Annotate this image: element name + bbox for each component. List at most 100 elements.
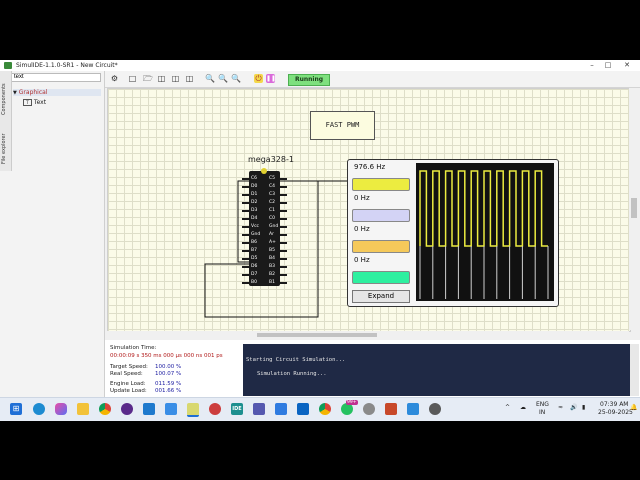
horizontal-scroll-thumb[interactable]	[257, 333, 377, 337]
console-output[interactable]: Starting Circuit Simulation... Simulatio…	[243, 344, 630, 396]
chip-name-label: mega328-1	[248, 155, 294, 164]
tree-group-graphical[interactable]: ▼ Graphical	[13, 89, 101, 96]
maximize-icon[interactable]: □	[603, 61, 613, 70]
chip-pin-label: C2	[269, 200, 276, 205]
chip-pin[interactable]	[242, 218, 249, 220]
mega328-chip[interactable]: C6 D0 D1 D2 D3 D4 Vcc Gnd B6 B7 D5 D6 D7 B0 C5 C4 C3 C2 C…	[242, 168, 287, 286]
real-speed-label: Real Speed:	[110, 371, 143, 377]
outlook-icon[interactable]	[297, 403, 309, 415]
tab-file-explorer[interactable]: File explorer	[1, 127, 10, 171]
chip-pin[interactable]	[280, 218, 287, 220]
chip-pin[interactable]	[242, 242, 249, 244]
security-shield-icon[interactable]	[275, 403, 287, 415]
chip-pin[interactable]	[280, 226, 287, 228]
open-folder-icon[interactable]: 🗁	[143, 74, 153, 83]
chip-pin[interactable]	[242, 234, 249, 236]
chip-pin[interactable]	[242, 186, 249, 188]
snipping-tool-icon[interactable]	[407, 403, 419, 415]
simulide-taskbar-icon[interactable]	[187, 403, 199, 417]
copilot-icon[interactable]	[55, 403, 67, 415]
battery-icon[interactable]: ▮	[582, 404, 585, 411]
fast-pwm-text-label[interactable]: FAST PWM	[310, 111, 375, 140]
chip-pin[interactable]	[280, 266, 287, 268]
store-icon[interactable]	[165, 403, 177, 415]
tray-app-icon[interactable]: ☁	[520, 404, 526, 411]
console-scrollbar[interactable]	[630, 344, 639, 396]
save-icon[interactable]: ◫	[157, 74, 166, 83]
teams-icon[interactable]	[253, 403, 265, 415]
pause-button-icon[interactable]: ❚❚	[266, 74, 276, 83]
chip-pin[interactable]	[242, 178, 249, 180]
search-input[interactable]	[11, 73, 101, 82]
chip-pin[interactable]	[242, 250, 249, 252]
clock-time[interactable]: 07:39 AM	[600, 401, 628, 408]
powerpoint-icon[interactable]	[385, 403, 397, 415]
windows-start-icon[interactable]: ⊞	[10, 403, 22, 415]
tray-overflow-icon[interactable]: ^	[505, 404, 510, 411]
frequency-meter[interactable]: 976.6 Hz 0 Hz 0 Hz 0 Hz Expand	[347, 159, 559, 307]
circuit-canvas[interactable]: FAST PWM mega328-1 C6 D0 D1 D2 D3 D4 Vcc Gnd B6 B…	[107, 88, 631, 332]
minimize-icon[interactable]: –	[587, 61, 597, 70]
chip-pin[interactable]	[280, 186, 287, 188]
channel-color-bar[interactable]	[352, 271, 410, 284]
close-icon[interactable]: ✕	[622, 61, 632, 70]
vscode-icon[interactable]	[143, 403, 155, 415]
sharex-icon[interactable]	[209, 403, 221, 415]
save-as-icon[interactable]: ◫	[171, 74, 180, 83]
chip-pin[interactable]	[280, 282, 287, 284]
zoom-fit-icon[interactable]: 🔍	[205, 74, 215, 83]
channel-color-bar[interactable]	[352, 209, 410, 222]
chip-pin[interactable]	[280, 234, 287, 236]
clock-date[interactable]: 25-09-2025	[598, 409, 633, 416]
export-icon[interactable]: ◫	[185, 74, 194, 83]
chip-pin[interactable]	[242, 202, 249, 204]
settings-gear-icon[interactable]: ⚙	[110, 74, 119, 83]
tree-group-label: Graphical	[18, 89, 48, 96]
chip-pin[interactable]	[242, 274, 249, 276]
app-logo-icon	[4, 62, 12, 69]
chip-pin-label: D7	[251, 272, 258, 277]
chrome-icon[interactable]	[99, 403, 111, 415]
volume-icon[interactable]: 🔊	[570, 404, 577, 411]
settings-icon[interactable]	[363, 403, 375, 415]
chip-pin[interactable]	[242, 258, 249, 260]
chip-pin[interactable]	[280, 194, 287, 196]
expand-button[interactable]: Expand	[352, 290, 410, 303]
horizontal-scrollbar[interactable]	[107, 331, 629, 339]
target-speed-value: 100.00 %	[155, 364, 182, 370]
tree-item-text[interactable]: T Text	[23, 99, 46, 106]
tab-components[interactable]: Components	[1, 75, 10, 123]
arduino-ide-icon[interactable]: IDE	[231, 403, 243, 415]
chip-notch-icon	[261, 168, 267, 174]
zoom-out-icon[interactable]: 🔍	[231, 74, 241, 83]
chip-pin[interactable]	[242, 266, 249, 268]
chip-pin[interactable]	[242, 194, 249, 196]
title-bar: SimulIDE-1.1.0-SR1 - New Circuit* – □ ✕	[0, 60, 640, 71]
chip-pin[interactable]	[280, 242, 287, 244]
chip-pin[interactable]	[242, 210, 249, 212]
chip-pin[interactable]	[280, 178, 287, 180]
vertical-scrollbar[interactable]	[629, 88, 639, 330]
chip-pin[interactable]	[280, 258, 287, 260]
chip-pin[interactable]	[242, 282, 249, 284]
recording-icon[interactable]	[429, 403, 441, 415]
channel-color-bar[interactable]	[352, 178, 410, 191]
chip-pin[interactable]	[280, 274, 287, 276]
language-indicator[interactable]: ENG	[536, 401, 549, 408]
chip-pin[interactable]	[280, 202, 287, 204]
chip-pin[interactable]	[280, 250, 287, 252]
zoom-in-icon[interactable]: 🔍	[218, 74, 228, 83]
notification-bell-icon[interactable]: 🔔	[630, 404, 637, 411]
vertical-scroll-thumb[interactable]	[631, 198, 637, 218]
chrome-profile-icon[interactable]	[319, 403, 331, 415]
file-explorer-icon[interactable]	[77, 403, 89, 415]
chip-pin[interactable]	[242, 226, 249, 228]
channel-color-bar[interactable]	[352, 240, 410, 253]
power-button-icon[interactable]: ⏻	[254, 74, 263, 83]
new-circuit-icon[interactable]: □	[128, 74, 137, 83]
chip-pin[interactable]	[280, 210, 287, 212]
chip-pin-label: C5	[269, 176, 276, 181]
edge-browser-icon[interactable]	[33, 403, 45, 415]
wifi-icon[interactable]: ≈	[558, 404, 563, 411]
github-icon[interactable]	[121, 403, 133, 415]
